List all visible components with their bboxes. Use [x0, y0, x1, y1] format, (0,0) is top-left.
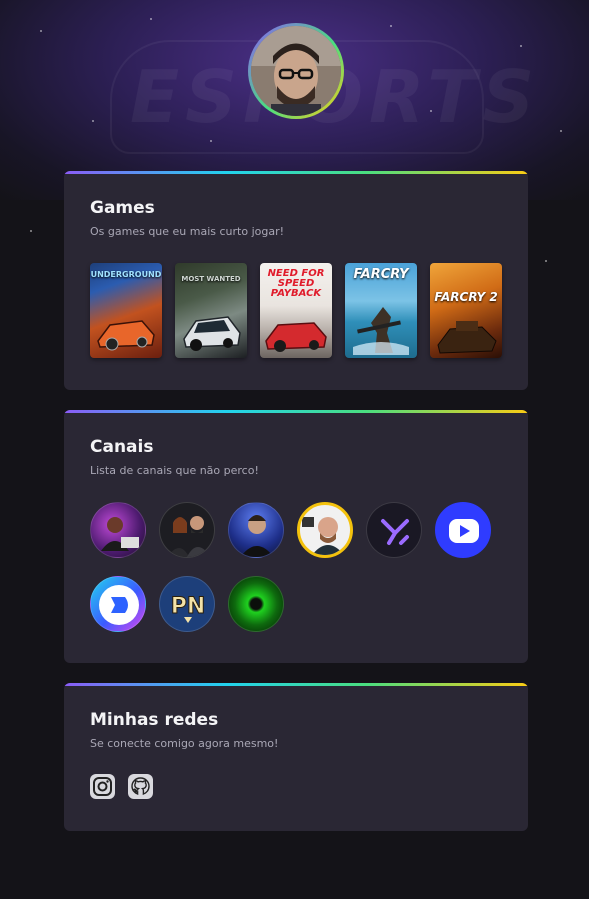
game-cover-farcry-2[interactable]: FARCRY 2: [430, 263, 502, 358]
channel-avatar-5[interactable]: [366, 502, 422, 558]
channel-avatar-8[interactable]: PN: [159, 576, 215, 632]
github-icon[interactable]: [128, 774, 153, 799]
svg-text:PN: PN: [171, 594, 206, 619]
instagram-icon[interactable]: [90, 774, 115, 799]
channel-avatar-4[interactable]: [297, 502, 353, 558]
games-list: UNDERGROUND MOST WANTED NEED FOR SPEED P…: [90, 263, 502, 358]
game-cover-nfs-most-wanted[interactable]: MOST WANTED: [175, 263, 247, 358]
channels-card: Canais Lista de canais que não perco! PN: [64, 410, 528, 663]
games-title: Games: [90, 198, 155, 218]
profile-avatar: [248, 23, 344, 119]
games-subtitle: Os games que eu mais curto jogar!: [90, 225, 285, 238]
channel-avatar-6[interactable]: [435, 502, 491, 558]
profile-photo-icon: [251, 26, 341, 116]
social-title: Minhas redes: [90, 710, 219, 730]
social-subtitle: Se conecte comigo agora mesmo!: [90, 737, 279, 750]
social-card: Minhas redes Se conecte comigo agora mes…: [64, 683, 528, 831]
channel-avatar-2[interactable]: [159, 502, 215, 558]
channel-avatar-1[interactable]: [90, 502, 146, 558]
channel-avatar-3[interactable]: [228, 502, 284, 558]
channels-title: Canais: [90, 437, 154, 457]
channel-avatar-9[interactable]: [228, 576, 284, 632]
channel-avatar-7[interactable]: [90, 576, 146, 632]
game-cover-farcry[interactable]: FARCRY: [345, 263, 417, 358]
games-card: Games Os games que eu mais curto jogar! …: [64, 171, 528, 390]
game-cover-nfs-payback[interactable]: NEED FOR SPEED PAYBACK: [260, 263, 332, 358]
social-links: [90, 774, 153, 799]
game-cover-nfs-underground[interactable]: UNDERGROUND: [90, 263, 162, 358]
channels-subtitle: Lista de canais que não perco!: [90, 464, 259, 477]
